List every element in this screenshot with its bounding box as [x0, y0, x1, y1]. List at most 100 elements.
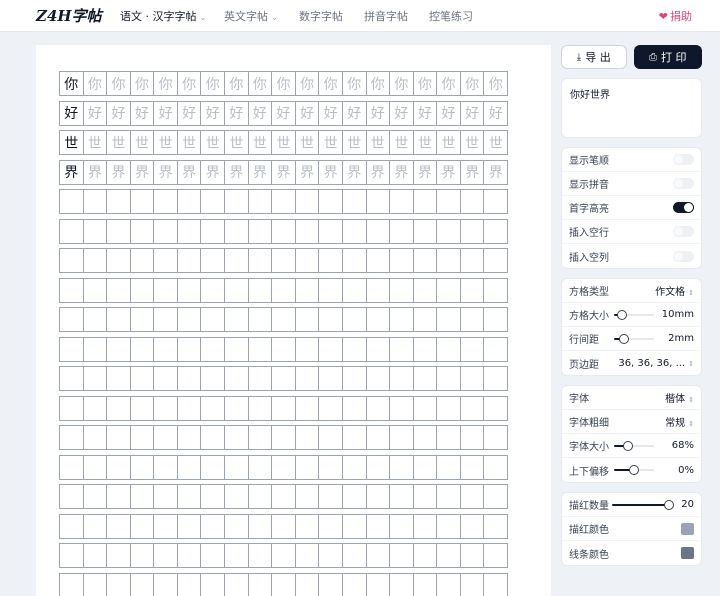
grid-cell	[59, 277, 84, 303]
grid-cell	[176, 484, 202, 509]
grid-cell	[483, 484, 508, 509]
grid-cell	[153, 277, 178, 303]
font-weight-select[interactable]: 常规 ⇕	[665, 414, 694, 429]
grid-cell	[224, 572, 249, 596]
grid-cell	[129, 336, 155, 362]
font-row: 字体 楷体 ⇕	[562, 386, 701, 410]
insert-blank-column-toggle[interactable]	[673, 250, 694, 262]
grid-cell	[200, 248, 226, 273]
grid-cell	[436, 366, 461, 391]
grid-cell	[412, 277, 438, 303]
grid-cell	[412, 366, 438, 391]
grid-cell	[153, 395, 178, 421]
nav-item-chinese[interactable]: 语文 · 汉字字帖 ⌄	[120, 8, 206, 24]
grid-cell	[483, 218, 508, 244]
slider-knob[interactable]	[623, 440, 633, 451]
app-logo[interactable]: Z4H字帖	[36, 5, 102, 26]
grid-cell	[247, 454, 273, 480]
grid-cell	[271, 572, 296, 596]
grid-cell: 世	[389, 130, 414, 155]
toggle-label: 首字高亮	[569, 204, 609, 215]
grid-cell	[200, 307, 226, 332]
grid-type-select[interactable]: 作文格 ⇕	[655, 283, 694, 298]
grid-cell	[59, 484, 84, 509]
grid-cell: 你	[224, 71, 249, 96]
slider-knob[interactable]	[617, 309, 627, 320]
printer-icon: ⎙	[649, 51, 657, 63]
toggle-row: 显示笔顺	[562, 148, 701, 172]
grid-cell	[318, 572, 343, 596]
grid-cell	[176, 366, 202, 391]
grid-cell	[294, 218, 320, 244]
grid-cell	[106, 454, 131, 480]
nav-item-pinyin[interactable]: 拼音字帖	[364, 8, 408, 24]
nav-item-pen-control[interactable]: 控笔练习	[429, 8, 473, 24]
grid-row	[59, 425, 526, 450]
grid-cell: 世	[365, 130, 391, 155]
grid-cell: 好	[318, 100, 343, 126]
margin-select[interactable]: 36, 36, 36, ... ⇕	[618, 358, 694, 369]
grid-cell	[59, 366, 84, 391]
grid-cell	[412, 513, 438, 539]
grid-cell	[153, 218, 178, 244]
donate-link[interactable]: ❤ 捐助	[659, 8, 692, 24]
practice-paper: 你你你你你你你你你你你你你你你你你你你好好好好好好好好好好好好好好好好好好好世世…	[36, 45, 551, 596]
grid-row: 你你你你你你你你你你你你你你你你你你你	[59, 71, 526, 96]
show-pinyin-toggle[interactable]	[673, 178, 694, 189]
grid-cell	[224, 218, 249, 244]
grid-cell	[82, 454, 108, 480]
export-button[interactable]: ⤓ 导 出	[561, 45, 627, 69]
grid-cell	[389, 189, 414, 214]
grid-cell	[59, 336, 84, 362]
nav-item-label: 英文字帖	[224, 10, 268, 23]
grid-cell	[318, 277, 343, 303]
grid-cell	[459, 248, 485, 273]
grid-cell	[365, 572, 391, 596]
nav-item-english[interactable]: 英文字帖 ⌄	[224, 8, 278, 24]
grid-cell	[365, 366, 391, 391]
vertical-offset-slider[interactable]	[614, 465, 654, 475]
print-button[interactable]: ⎙ 打 印	[633, 45, 702, 69]
grid-cell	[412, 307, 438, 332]
grid-cell	[412, 395, 438, 421]
slider-knob[interactable]	[629, 465, 639, 475]
show-stroke-order-toggle[interactable]	[673, 154, 694, 165]
grid-cell	[341, 425, 367, 450]
grid-cell: 你	[59, 71, 84, 96]
grid-cell	[224, 366, 249, 391]
grid-cell: 世	[59, 130, 84, 155]
font-size-slider[interactable]	[614, 440, 654, 451]
grid-size-slider[interactable]	[614, 309, 654, 320]
grid-cell	[436, 425, 461, 450]
grid-cell	[412, 454, 438, 480]
grid-cell	[412, 425, 438, 450]
grid-cell	[294, 543, 320, 568]
grid-row	[59, 572, 526, 596]
grid-cell	[459, 513, 485, 539]
grid-cell: 世	[153, 130, 178, 155]
grid-cell	[153, 189, 178, 214]
grid-cell	[483, 395, 508, 421]
chevron-updown-icon: ⇕	[688, 420, 694, 428]
grid-cell: 你	[200, 71, 226, 96]
nav-item-numbers[interactable]: 数字字帖	[299, 8, 343, 24]
grid-cell: 好	[483, 100, 508, 126]
grid-cell	[341, 366, 367, 391]
grid-cell	[436, 218, 461, 244]
grid-cell	[224, 425, 249, 450]
highlight-first-toggle[interactable]	[673, 202, 694, 213]
grid-cell	[365, 543, 391, 568]
slider-knob[interactable]	[664, 499, 674, 510]
grid-cell	[247, 189, 273, 214]
trace-count-slider[interactable]	[612, 499, 674, 510]
slider-knob[interactable]	[618, 333, 629, 344]
insert-blank-row-toggle[interactable]	[673, 226, 694, 237]
font-select[interactable]: 楷体 ⇕	[665, 390, 694, 405]
line-color-swatch[interactable]	[681, 547, 694, 559]
grid-cell: 好	[224, 100, 249, 126]
text-input[interactable]: 你好世界	[561, 78, 702, 138]
grid-row	[59, 277, 526, 303]
line-spacing-slider[interactable]	[614, 333, 654, 344]
grid-cell	[483, 543, 508, 568]
trace-color-swatch[interactable]	[681, 522, 694, 535]
